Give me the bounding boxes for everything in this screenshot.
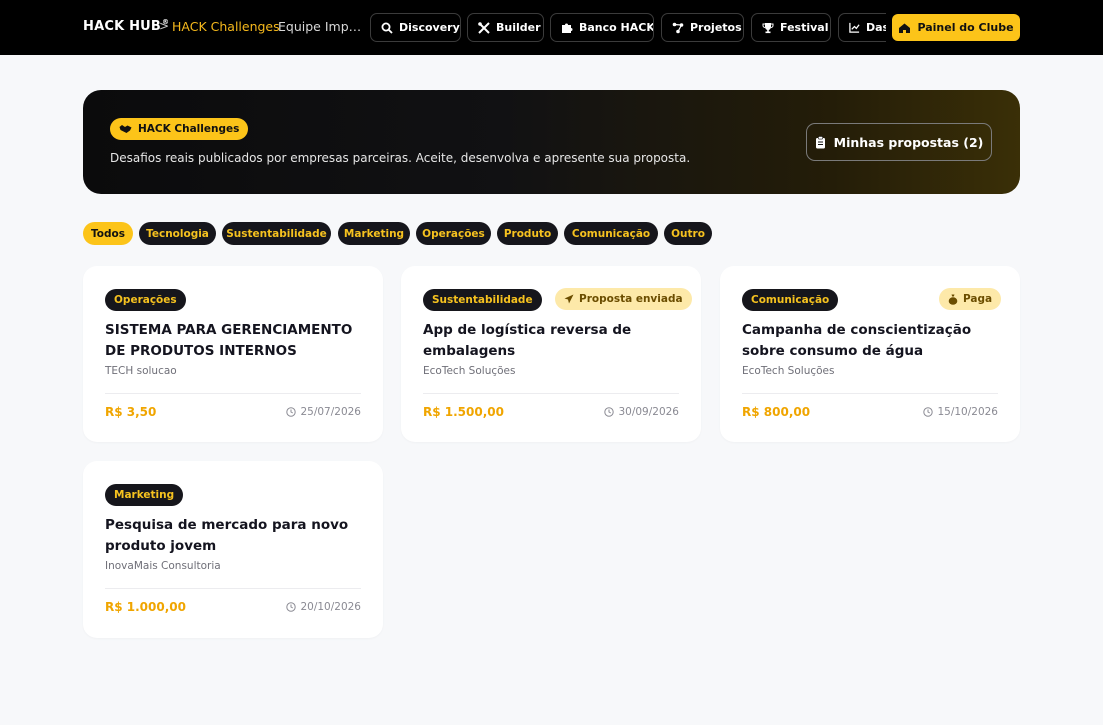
filter-comunicacao[interactable]: Comunicação [564, 222, 658, 245]
chart-icon [849, 22, 860, 33]
deadline-date-text: 30/09/2026 [618, 406, 679, 418]
deadline-date: 25/07/2026 [286, 406, 361, 418]
status-badge: Paga [939, 288, 1002, 310]
breadcrumb-separator: > [159, 19, 170, 33]
status-label: Proposta enviada [579, 293, 683, 305]
breadcrumb-team[interactable]: Equipe Impacto Jovem [278, 19, 364, 34]
category-tag: Comunicação [742, 289, 839, 311]
category-tag: Sustentabilidade [423, 289, 542, 311]
filter-operacoes[interactable]: Operações [416, 222, 491, 245]
clock-icon [923, 407, 934, 417]
paper-plane-icon [564, 294, 574, 304]
card-divider [423, 393, 679, 394]
company-name: TECH solucao [105, 365, 177, 377]
reward-price: R$ 1.500,00 [423, 405, 504, 419]
nav-builder-button[interactable]: Builder [467, 13, 544, 42]
nav-festival-button[interactable]: Festival [751, 13, 831, 42]
nav-projetos-label: Projetos [690, 21, 742, 34]
challenge-title: Pesquisa de mercado para novo produto jo… [105, 517, 349, 554]
puzzle-icon [562, 23, 573, 33]
deadline-date-text: 25/07/2026 [300, 406, 361, 418]
hero-section-badge: HACK Challenges [110, 118, 249, 140]
challenge-title: SISTEMA PARA GERENCIAMENTO DE PRODUTOS I… [105, 322, 353, 359]
company-name: EcoTech Soluções [742, 365, 835, 377]
deadline-date: 20/10/2026 [286, 601, 361, 613]
challenge-card[interactable]: Operações SISTEMA PARA GERENCIAMENTO DE … [83, 266, 383, 442]
nodes-icon [672, 22, 684, 33]
brand-logo[interactable]: HACK HUB® [83, 18, 169, 34]
top-bar: HACK HUB® > HACK Challenges Equipe Impac… [0, 0, 1103, 55]
search-icon [381, 22, 393, 34]
nav-dashboard-button[interactable]: Dashboard [838, 13, 886, 42]
hero-section-label: HACK Challenges [138, 123, 240, 135]
clock-icon [604, 407, 615, 417]
company-name: EcoTech Soluções [423, 365, 516, 377]
hero-description: Desafios reais publicados por empresas p… [110, 151, 691, 165]
challenge-card[interactable]: Marketing Pesquisa de mercado para novo … [83, 461, 383, 638]
challenge-title: App de logística reversa de embalagens [423, 322, 632, 359]
card-divider [105, 588, 361, 589]
trophy-icon [762, 22, 774, 33]
nav-builder-label: Builder [496, 21, 541, 34]
challenge-card[interactable]: Comunicação Paga Campanha de conscientiz… [720, 266, 1020, 442]
filter-tecnologia[interactable]: Tecnologia [139, 222, 216, 245]
reward-price: R$ 1.000,00 [105, 600, 186, 614]
category-tag: Marketing [105, 484, 184, 506]
nav-discovery-label: Discovery [399, 21, 460, 34]
nav-dashboard-clip: Dashboard [838, 13, 886, 42]
my-proposals-button[interactable]: Minhas propostas (2) [806, 123, 992, 161]
category-tag: Operações [105, 289, 186, 311]
filter-produto[interactable]: Produto [497, 222, 558, 245]
status-label: Paga [963, 293, 993, 305]
clock-icon [286, 407, 297, 417]
filter-todos[interactable]: Todos [83, 222, 133, 245]
reward-price: R$ 800,00 [742, 405, 811, 419]
club-panel-button[interactable]: Painel do Clube [892, 14, 1020, 41]
money-bag-icon [948, 294, 958, 305]
clock-icon [286, 602, 297, 612]
club-panel-label: Painel do Clube [917, 21, 1014, 34]
deadline-date-text: 15/10/2026 [937, 406, 998, 418]
filter-marketing[interactable]: Marketing [338, 222, 410, 245]
reward-price: R$ 3,50 [105, 405, 157, 419]
my-proposals-label: Minhas propostas (2) [833, 134, 984, 150]
deadline-date-text: 20/10/2026 [300, 601, 361, 613]
handshake-icon [119, 125, 132, 133]
clipboard-icon [815, 135, 825, 148]
card-divider [105, 393, 361, 394]
nav-banco-hack-button[interactable]: Banco HACK [550, 13, 654, 42]
nav-discovery-button[interactable]: Discovery [370, 13, 461, 42]
nav-banco-hack-label: Banco HACK [579, 21, 654, 34]
company-name: InovaMais Consultoria [105, 560, 221, 572]
nav-festival-label: Festival [780, 21, 829, 34]
hero-banner: HACK Challenges Desafios reais publicado… [83, 90, 1020, 194]
deadline-date: 30/09/2026 [604, 406, 679, 418]
tools-icon [478, 21, 490, 34]
filter-sustentabilidade[interactable]: Sustentabilidade [222, 222, 331, 245]
challenge-card[interactable]: Sustentabilidade Proposta enviada App de… [401, 266, 701, 442]
breadcrumb-current: HACK Challenges [172, 19, 280, 34]
filter-outro[interactable]: Outro [664, 222, 712, 245]
challenge-title: Campanha de conscientização sobre consum… [742, 322, 972, 359]
status-badge: Proposta enviada [555, 288, 692, 310]
deadline-date: 15/10/2026 [923, 406, 998, 418]
nav-dashboard-label: Dashboard [866, 21, 886, 34]
card-divider [742, 393, 998, 394]
club-house-icon [899, 23, 911, 33]
nav-projetos-button[interactable]: Projetos [661, 13, 744, 42]
